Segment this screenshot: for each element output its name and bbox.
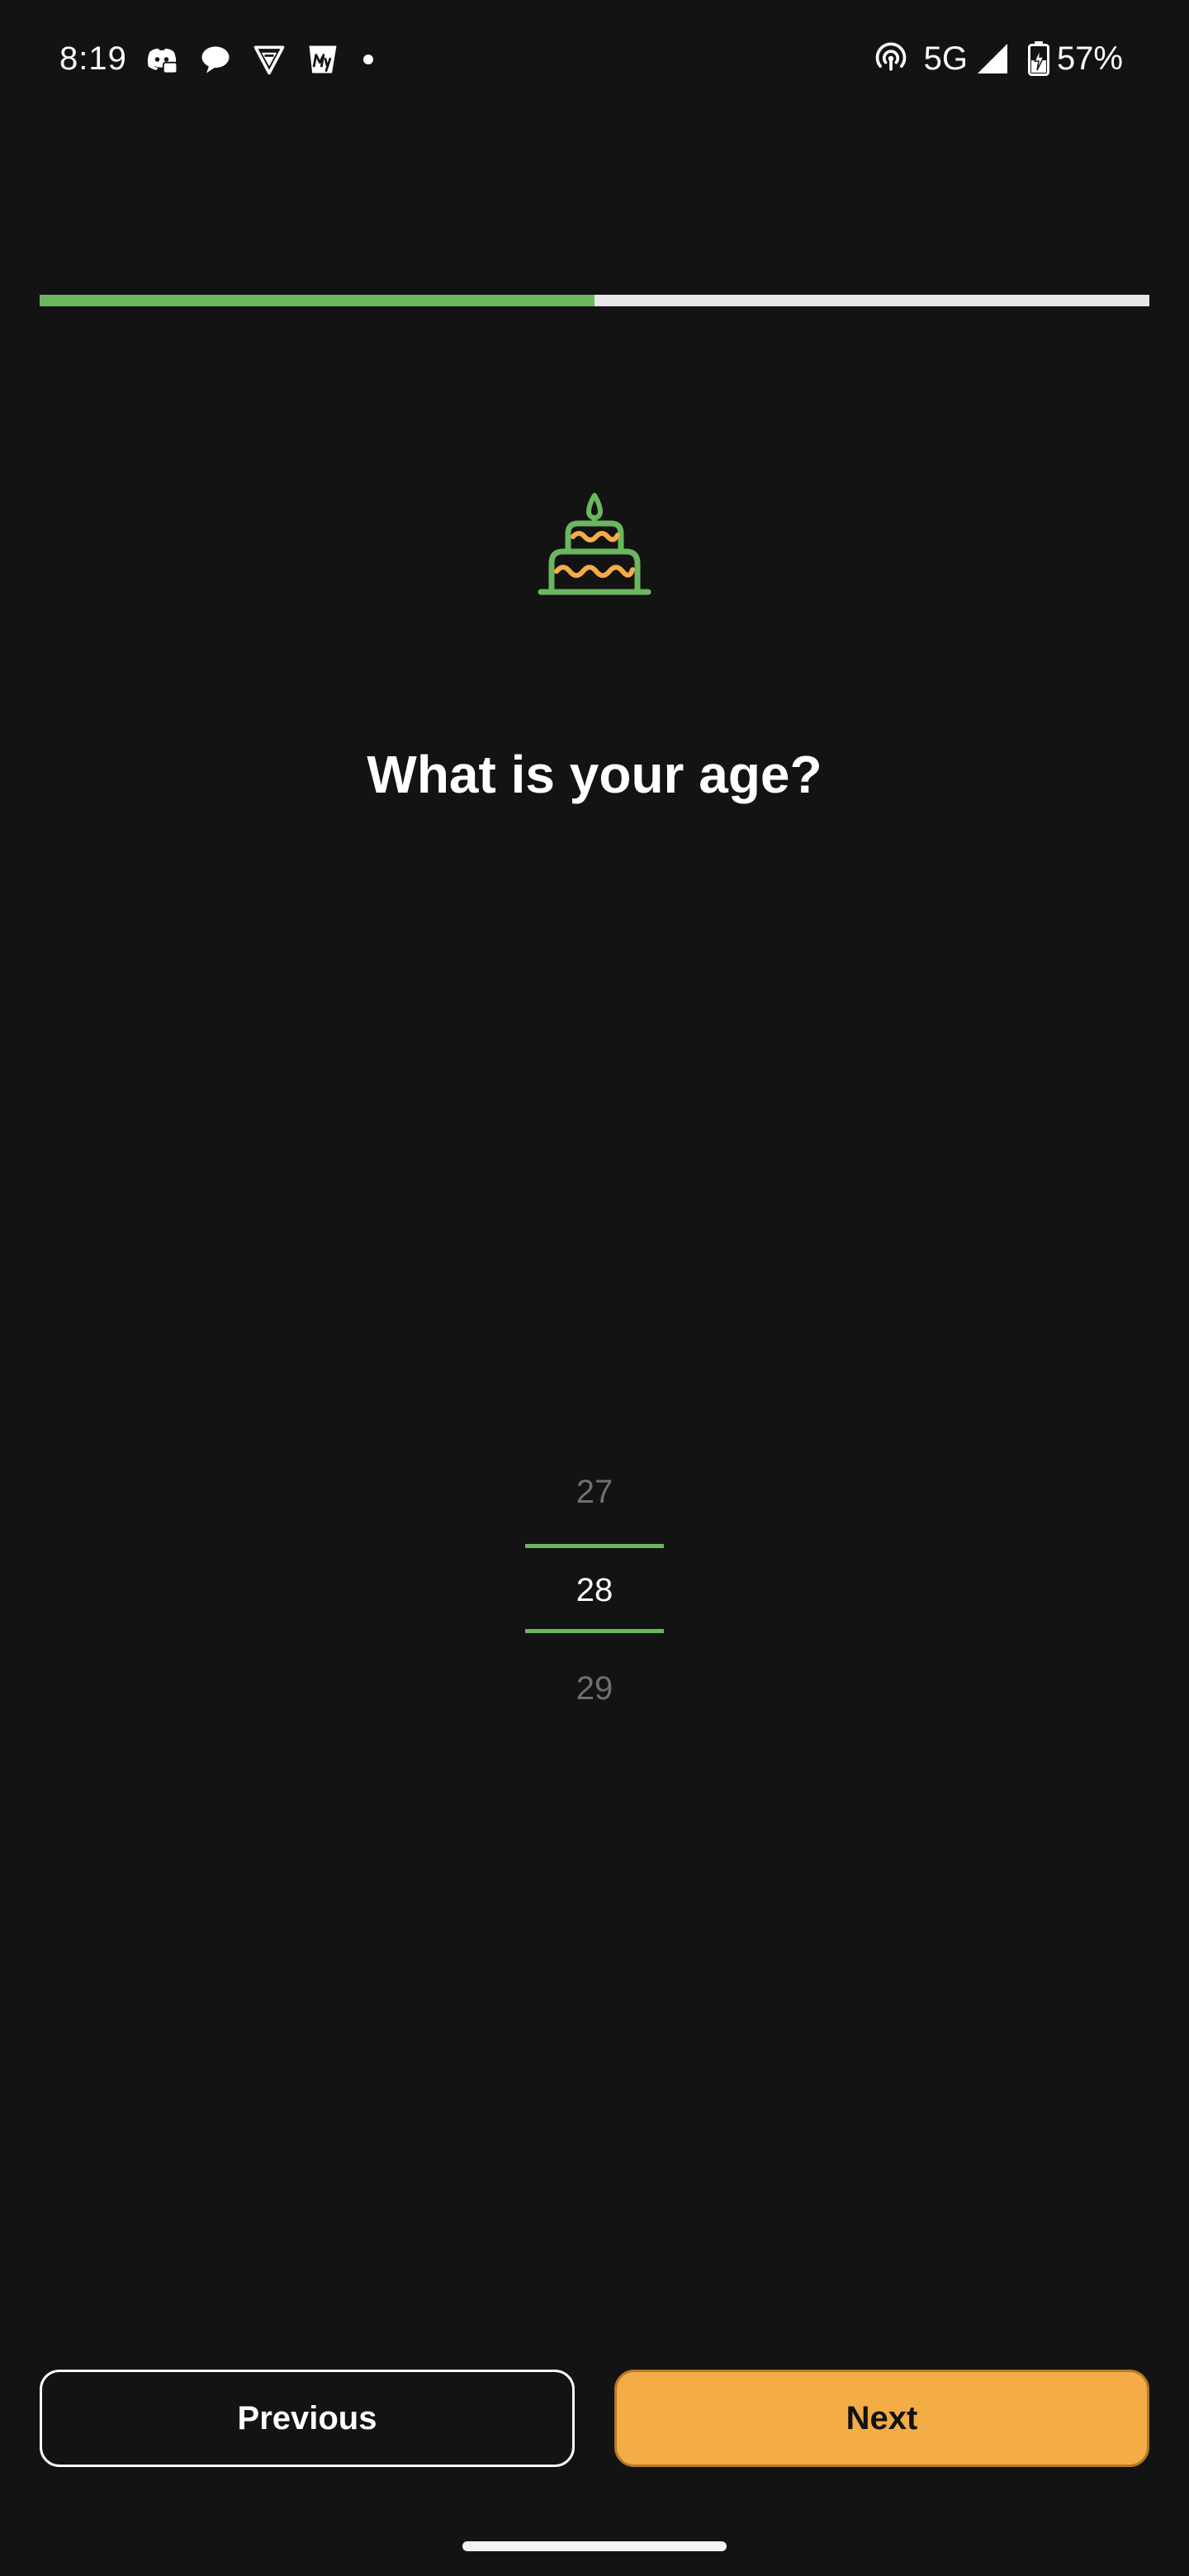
hotspot-icon [873, 40, 909, 77]
notification-icons [142, 40, 373, 79]
home-indicator[interactable] [462, 2541, 727, 2551]
myntra-icon [303, 40, 343, 79]
battery-percent: 57% [1056, 40, 1123, 77]
network-type: 5G [923, 40, 968, 77]
picker-option-selected[interactable]: 28 [525, 1570, 664, 1611]
picker-option-next[interactable]: 29 [525, 1668, 664, 1709]
page-title: What is your age? [367, 745, 822, 804]
picker-selection-line-top [525, 1544, 664, 1548]
chat-bubble-icon [196, 40, 235, 79]
birthday-cake-icon [537, 492, 652, 601]
battery-charging-icon [1009, 40, 1050, 77]
status-bar: 8:19 5G 57% [0, 0, 1189, 124]
cell-signal-icon [968, 42, 1009, 75]
next-button[interactable]: Next [614, 2370, 1149, 2467]
progress-fill [40, 295, 594, 306]
status-time: 8:19 [59, 40, 127, 77]
picker-option-previous[interactable]: 27 [525, 1471, 664, 1513]
system-icons: 5G 57% [873, 38, 1123, 79]
picker-selection-line-bottom [525, 1629, 664, 1633]
more-notifications-dot [363, 54, 373, 64]
age-number-picker[interactable]: 27 28 29 [525, 1453, 664, 1717]
next-button-label: Next [846, 2399, 918, 2436]
previous-button[interactable]: Previous [40, 2370, 575, 2467]
discord-icon [142, 40, 182, 79]
previous-button-label: Previous [237, 2399, 377, 2436]
vpn-shield-icon [249, 40, 289, 79]
onboarding-progress-bar [40, 295, 1149, 306]
